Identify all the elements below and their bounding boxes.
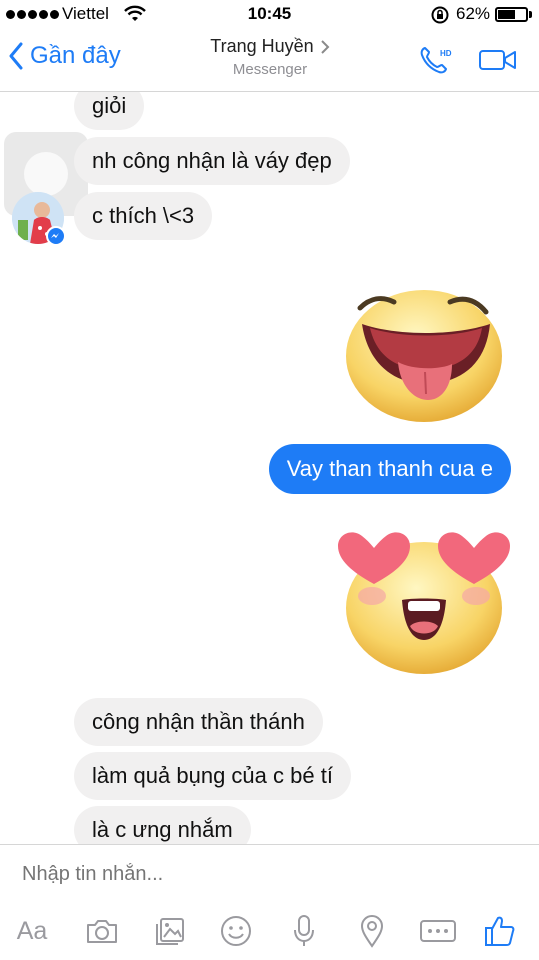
message-bubble-incoming[interactable]: nh công nhận là váy đẹp (74, 137, 350, 185)
message-bubble-incoming[interactable]: là c ưng nhắm (74, 806, 251, 844)
back-button[interactable]: Gần đây (8, 42, 121, 70)
smiley-icon (221, 916, 251, 946)
status-bar: Viettel 10:45 62% (0, 0, 539, 30)
conversation-header: Gần đây Trang Huyền Messenger HD (0, 30, 539, 92)
battery-percent: 62% (456, 4, 491, 23)
camera-icon (87, 920, 117, 943)
camera-button[interactable] (82, 913, 122, 949)
gallery-icon (156, 918, 184, 945)
message-bubble-incoming[interactable]: c thích \<3 (74, 192, 213, 240)
location-button[interactable] (352, 913, 392, 949)
contact-name: Trang Huyền (210, 36, 314, 56)
battery-tip (529, 11, 532, 18)
composer: Aa (0, 844, 539, 960)
message-bubble-incoming[interactable]: làm quả bụng của c bé tí (74, 752, 351, 800)
video-call-button[interactable] (478, 48, 518, 72)
more-button[interactable] (418, 913, 458, 949)
gallery-button[interactable] (150, 913, 190, 949)
sticker-button[interactable] (216, 913, 256, 949)
message-bubble-outgoing[interactable]: Vay than thanh cua e (268, 444, 511, 494)
location-pin-icon (360, 915, 384, 948)
rotation-lock-icon (431, 6, 449, 24)
message-list[interactable]: giỏi nh công nhận là váy đẹp c thích \<3… (0, 92, 539, 844)
tongue-out-emoji-sticker[interactable] (336, 272, 512, 422)
composer-toolbar: Aa (0, 907, 539, 955)
thumbs-up-icon (485, 916, 515, 946)
voice-button[interactable] (284, 913, 324, 949)
hd-badge: HD (440, 49, 452, 58)
message-input[interactable] (22, 863, 502, 886)
like-button[interactable] (480, 913, 520, 949)
messenger-badge-icon (46, 226, 66, 246)
heart-eyes-emoji-sticker[interactable] (336, 526, 512, 676)
back-label: Gần đây (30, 42, 121, 69)
more-icon (420, 920, 456, 942)
text-format-button[interactable]: Aa (12, 913, 52, 949)
battery-icon (495, 7, 528, 22)
contact-title[interactable]: Trang Huyền Messenger (150, 36, 390, 78)
microphone-icon (294, 915, 314, 946)
contact-subtitle: Messenger (232, 61, 308, 78)
hd-voice-call-button[interactable]: HD (418, 44, 456, 78)
message-bubble-incoming[interactable]: giỏi (74, 92, 145, 130)
message-bubble-incoming[interactable]: công nhận thần thánh (74, 698, 323, 746)
chevron-right-icon (320, 39, 330, 54)
chevron-left-icon (9, 42, 23, 70)
